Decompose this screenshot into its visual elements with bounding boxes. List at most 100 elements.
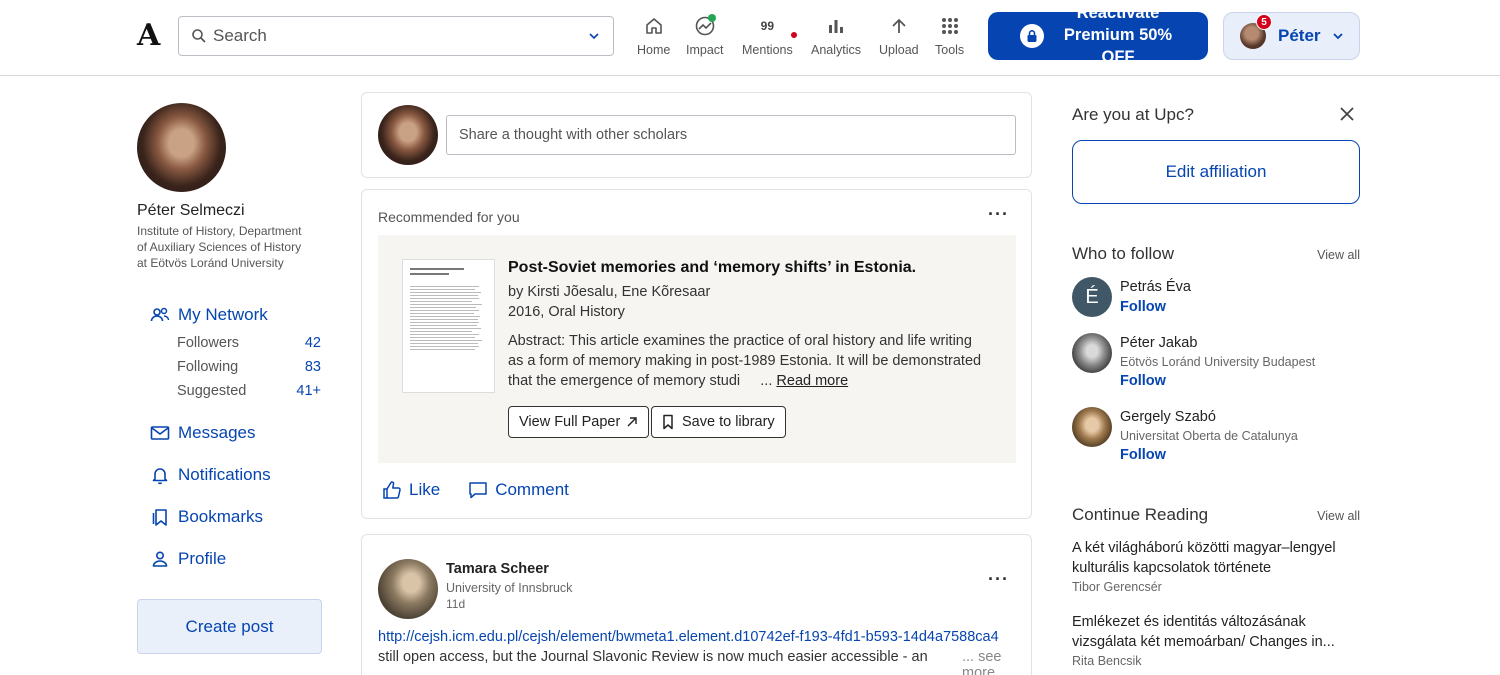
continue-reading-heading: Continue Reading (1072, 505, 1209, 524)
like-button[interactable]: Like (382, 480, 440, 500)
nav-tools-label: Tools (935, 43, 965, 57)
suggestion-name[interactable]: Gergely Szabó (1120, 409, 1216, 425)
bookmarks-icon (152, 509, 167, 526)
comment-button[interactable]: Comment (468, 480, 569, 500)
home-icon (645, 18, 662, 34)
avatar[interactable] (378, 559, 438, 619)
nav-tools[interactable]: Tools (935, 14, 964, 57)
search-box[interactable] (178, 16, 614, 56)
sidebar-item-bookmarks[interactable]: Bookmarks (150, 503, 327, 531)
top-bar: A Home Impact 99 Mentions Analytics Uplo… (0, 0, 1500, 76)
avatar (378, 105, 438, 165)
avatar[interactable] (1072, 333, 1112, 373)
affiliation-question: Are you at Upc? (1072, 105, 1194, 124)
search-icon (192, 29, 206, 43)
reading-item[interactable]: Emlékezet és identitás változásának vizsg… (1072, 612, 1360, 668)
paper-thumbnail[interactable] (402, 259, 495, 393)
chevron-down-icon[interactable] (587, 29, 601, 43)
nav-analytics[interactable]: Analytics (811, 14, 861, 57)
post-text: still open access, but the Journal Slavo… (378, 649, 928, 665)
person-icon (152, 551, 168, 567)
lock-icon (1020, 24, 1044, 48)
follow-button[interactable]: Follow (1120, 299, 1166, 315)
more-options-icon[interactable]: ··· (988, 569, 1009, 590)
nav-mentions[interactable]: 99 Mentions (742, 14, 798, 57)
suggestion-affiliation: Universitat Oberta de Catalunya (1120, 429, 1298, 443)
sidebar-item-profile[interactable]: Profile (150, 545, 327, 573)
sidebar-item-label: Profile (178, 549, 227, 568)
reading-author: Rita Bencsik (1072, 654, 1142, 668)
nav-upload[interactable]: Upload (879, 14, 919, 57)
sidebar-item-label: Bookmarks (178, 507, 264, 526)
envelope-icon (150, 426, 170, 440)
more-options-icon[interactable]: ··· (988, 204, 1009, 225)
sidebar-item-messages[interactable]: Messages (150, 419, 327, 447)
paper-title[interactable]: Post-Soviet memories and ‘memory shifts’… (508, 259, 916, 277)
paper-abstract: Abstract: This article examines the prac… (508, 333, 982, 389)
notification-badge: 5 (1256, 14, 1272, 30)
chevron-down-icon (1332, 33, 1343, 40)
nav-analytics-label: Analytics (811, 43, 862, 57)
avatar[interactable]: É (1072, 277, 1112, 317)
follow-suggestion: É Petrás Éva Follow (1072, 277, 1360, 327)
bell-icon (152, 468, 168, 485)
reading-item[interactable]: A két világháború közötti magyar–lengyel… (1072, 538, 1360, 594)
analytics-icon (829, 20, 844, 33)
who-to-follow-heading: Who to follow (1072, 244, 1175, 263)
external-link-icon (627, 417, 637, 427)
sidebar-item-notifications[interactable]: Notifications (150, 461, 327, 489)
people-icon (150, 307, 170, 322)
create-post-button[interactable]: Create post (137, 599, 322, 654)
upload-icon (892, 18, 906, 33)
recommended-card: Recommended for you ··· Post-Soviet memo… (361, 189, 1032, 519)
followers-link[interactable]: Followers 42 (177, 335, 321, 359)
reactivate-premium-button[interactable]: Reactivate Premium 50% OFF (988, 12, 1208, 60)
suggestion-name[interactable]: Petrás Éva (1120, 279, 1191, 295)
close-icon[interactable] (1338, 105, 1356, 123)
suggested-link[interactable]: Suggested 41+ (177, 383, 321, 407)
site-logo[interactable]: A (137, 18, 160, 53)
sidebar-item-my-network[interactable]: My Network (150, 301, 327, 329)
edit-affiliation-button[interactable]: Edit affiliation (1072, 140, 1360, 204)
comment-icon (469, 482, 487, 499)
impact-indicator (707, 14, 716, 22)
profile-name[interactable]: Péter Selmeczi (137, 202, 327, 220)
mentions-icon: 99 (760, 19, 775, 33)
nav-impact-label: Impact (686, 43, 724, 57)
share-thought-card: Share a thought with other scholars (361, 92, 1032, 178)
tools-icon (941, 18, 958, 34)
nav-home[interactable]: Home (637, 14, 670, 57)
suggestion-name[interactable]: Péter Jakab (1120, 335, 1197, 351)
nav-home-label: Home (637, 43, 671, 57)
read-more-link[interactable]: Read more (776, 373, 848, 389)
post-time: 11d (446, 597, 466, 611)
see-more-link[interactable]: ... see more (946, 649, 1031, 675)
mentions-indicator (791, 32, 798, 38)
nav-impact[interactable]: Impact (686, 14, 724, 57)
user-menu-button[interactable]: 5 Péter (1223, 12, 1360, 60)
continue-reading-view-all[interactable]: View all (1317, 509, 1360, 523)
premium-line-2: Premium 50% (1063, 26, 1173, 44)
nav-mentions-label: Mentions (742, 43, 793, 57)
premium-line-1: Reactivate (1076, 12, 1160, 22)
following-link[interactable]: Following 83 (177, 359, 321, 383)
nav-upload-label: Upload (879, 43, 919, 57)
post-author[interactable]: Tamara Scheer (446, 561, 549, 577)
follow-button[interactable]: Follow (1120, 373, 1166, 389)
search-input[interactable] (213, 26, 587, 46)
follow-button[interactable]: Follow (1120, 447, 1166, 463)
post-author-affiliation: University of Innsbruck (446, 581, 573, 595)
feed-post: Tamara Scheer University of Innsbruck 11… (361, 534, 1032, 675)
view-full-paper-button[interactable]: View Full Paper (508, 406, 650, 438)
reading-title: A két világháború közötti magyar–lengyel… (1072, 540, 1336, 576)
share-thought-input[interactable]: Share a thought with other scholars (446, 115, 1016, 155)
sidebar-item-label: Messages (178, 423, 256, 442)
who-to-follow-view-all[interactable]: View all (1317, 248, 1360, 262)
paper-authors: by Kirsti Jõesalu, Ene Kõresaar (508, 284, 711, 300)
sidebar-item-label: My Network (178, 305, 268, 324)
profile-avatar[interactable] (137, 103, 226, 192)
save-to-library-button[interactable]: Save to library (651, 406, 786, 438)
avatar[interactable] (1072, 407, 1112, 447)
paper-preview: Post-Soviet memories and ‘memory shifts’… (378, 235, 1016, 463)
post-link[interactable]: http://cejsh.icm.edu.pl/cejsh/element/bw… (378, 629, 999, 645)
